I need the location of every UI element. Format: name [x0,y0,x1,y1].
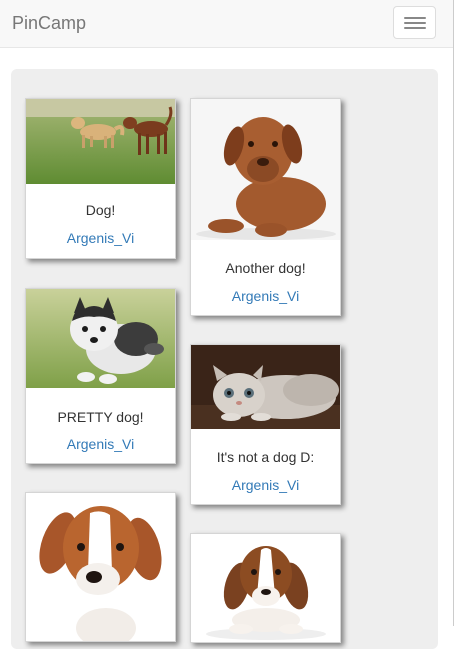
pin-title: It's not a dog D: [216,449,315,465]
pin-card[interactable]: Dog! Argenis_Vi [25,98,176,259]
pin-card[interactable] [190,533,341,643]
pin-image-brown-puppy[interactable] [191,99,340,240]
pin-card[interactable]: PRETTY dog! Argenis_Vi [25,288,176,464]
pin-image-grey-cat[interactable] [191,345,340,429]
pin-title: PRETTY dog! [57,409,144,425]
pin-author-link[interactable]: Argenis_Vi [26,230,175,246]
brand-logo[interactable]: PinCamp [12,13,86,34]
pin-card[interactable] [25,492,176,642]
hamburger-icon [404,17,426,19]
pin-image-brown-white-puppy[interactable] [26,493,175,641]
pin-author-link[interactable]: Argenis_Vi [191,477,340,493]
pin-title: Another dog! [225,260,306,276]
pin-image-two-dogs[interactable] [26,99,175,184]
pin-card[interactable]: It's not a dog D: Argenis_Vi [190,344,341,505]
pin-card[interactable]: Another dog! Argenis_Vi [190,98,341,316]
pin-title: Dog! [85,202,116,218]
pin-author-link[interactable]: Argenis_Vi [191,288,340,304]
navbar: PinCamp [0,0,453,48]
pin-image-husky-puppy[interactable] [26,289,175,388]
pin-author-link[interactable]: Argenis_Vi [26,436,175,452]
menu-toggle-button[interactable] [393,6,436,39]
